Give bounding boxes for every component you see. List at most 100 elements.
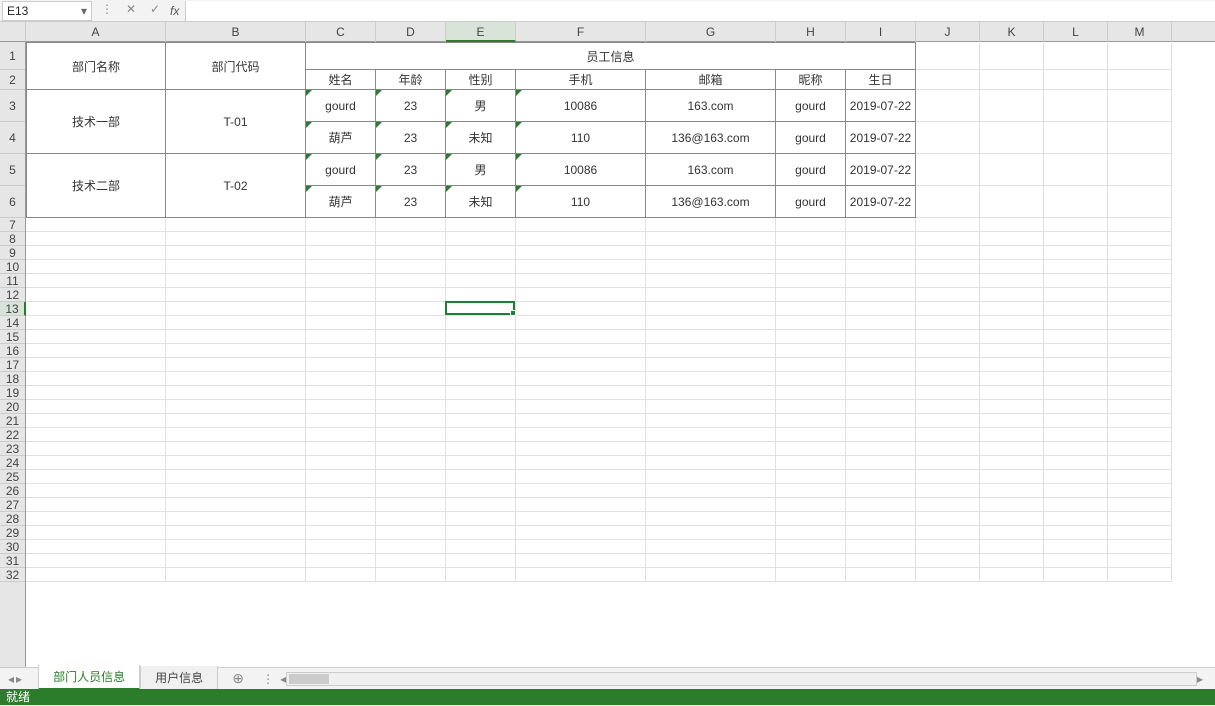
- cell-L11[interactable]: [1044, 274, 1108, 288]
- data-birthday[interactable]: 2019-07-22: [846, 186, 916, 218]
- cell-M30[interactable]: [1108, 540, 1172, 554]
- cell-F9[interactable]: [516, 246, 646, 260]
- row-header-18[interactable]: 18: [0, 372, 25, 386]
- cell-M7[interactable]: [1108, 218, 1172, 232]
- cell-G10[interactable]: [646, 260, 776, 274]
- cell-B12[interactable]: [166, 288, 306, 302]
- cell-C25[interactable]: [306, 470, 376, 484]
- cell-C20[interactable]: [306, 400, 376, 414]
- row-header-30[interactable]: 30: [0, 540, 25, 554]
- cell-D22[interactable]: [376, 428, 446, 442]
- cell-D8[interactable]: [376, 232, 446, 246]
- cell-J20[interactable]: [916, 400, 980, 414]
- cell-F14[interactable]: [516, 316, 646, 330]
- scroll-right-icon[interactable]: ▸: [1197, 672, 1203, 686]
- cell-A18[interactable]: [26, 372, 166, 386]
- cell-F21[interactable]: [516, 414, 646, 428]
- cell-M32[interactable]: [1108, 568, 1172, 582]
- cell-A11[interactable]: [26, 274, 166, 288]
- data-phone[interactable]: 110: [516, 122, 646, 154]
- cell-D17[interactable]: [376, 358, 446, 372]
- cell-B11[interactable]: [166, 274, 306, 288]
- row-header-12[interactable]: 12: [0, 288, 25, 302]
- cell-I15[interactable]: [846, 330, 916, 344]
- cell-F29[interactable]: [516, 526, 646, 540]
- cell-L23[interactable]: [1044, 442, 1108, 456]
- cell-F13[interactable]: [516, 302, 646, 316]
- cell-G19[interactable]: [646, 386, 776, 400]
- cell-E13[interactable]: [446, 302, 516, 316]
- cell-E11[interactable]: [446, 274, 516, 288]
- cell-K4[interactable]: [980, 122, 1044, 154]
- cell-M26[interactable]: [1108, 484, 1172, 498]
- cancel-icon[interactable]: ✕: [122, 2, 140, 20]
- cell-H9[interactable]: [776, 246, 846, 260]
- cell-M17[interactable]: [1108, 358, 1172, 372]
- grid[interactable]: 部门名称部门代码员工信息姓名年龄性别手机邮箱昵称生日技术一部T-01gourd2…: [26, 42, 1215, 667]
- cell-L3[interactable]: [1044, 90, 1108, 122]
- cell-K27[interactable]: [980, 498, 1044, 512]
- cell-E24[interactable]: [446, 456, 516, 470]
- cell-J9[interactable]: [916, 246, 980, 260]
- col-header-C[interactable]: C: [306, 22, 376, 42]
- cell-M13[interactable]: [1108, 302, 1172, 316]
- cell-I25[interactable]: [846, 470, 916, 484]
- cell-H11[interactable]: [776, 274, 846, 288]
- cell-A22[interactable]: [26, 428, 166, 442]
- cell-G31[interactable]: [646, 554, 776, 568]
- data-nick[interactable]: gourd: [776, 122, 846, 154]
- row-header-2[interactable]: 2: [0, 70, 25, 90]
- cell-J14[interactable]: [916, 316, 980, 330]
- data-nick[interactable]: gourd: [776, 154, 846, 186]
- cell-M9[interactable]: [1108, 246, 1172, 260]
- row-header-32[interactable]: 32: [0, 568, 25, 582]
- cell-C28[interactable]: [306, 512, 376, 526]
- row-header-4[interactable]: 4: [0, 122, 25, 154]
- data-gender[interactable]: 男: [446, 90, 516, 122]
- cell-K11[interactable]: [980, 274, 1044, 288]
- cell-C30[interactable]: [306, 540, 376, 554]
- cell-C17[interactable]: [306, 358, 376, 372]
- cell-K22[interactable]: [980, 428, 1044, 442]
- cell-H12[interactable]: [776, 288, 846, 302]
- cell-M31[interactable]: [1108, 554, 1172, 568]
- cell-J25[interactable]: [916, 470, 980, 484]
- cell-F15[interactable]: [516, 330, 646, 344]
- cell-B22[interactable]: [166, 428, 306, 442]
- cell-D14[interactable]: [376, 316, 446, 330]
- cell-J12[interactable]: [916, 288, 980, 302]
- row-header-17[interactable]: 17: [0, 358, 25, 372]
- cell-I8[interactable]: [846, 232, 916, 246]
- cell-C8[interactable]: [306, 232, 376, 246]
- cell-A26[interactable]: [26, 484, 166, 498]
- cell-G22[interactable]: [646, 428, 776, 442]
- cell-D26[interactable]: [376, 484, 446, 498]
- cell-L9[interactable]: [1044, 246, 1108, 260]
- cell-E10[interactable]: [446, 260, 516, 274]
- header-emp-info[interactable]: 员工信息: [306, 42, 916, 70]
- data-nick[interactable]: gourd: [776, 186, 846, 218]
- cell-E7[interactable]: [446, 218, 516, 232]
- cell-F32[interactable]: [516, 568, 646, 582]
- cell-C11[interactable]: [306, 274, 376, 288]
- row-header-16[interactable]: 16: [0, 344, 25, 358]
- cell-L18[interactable]: [1044, 372, 1108, 386]
- cell-J15[interactable]: [916, 330, 980, 344]
- col-header-M[interactable]: M: [1108, 22, 1172, 42]
- cell-L10[interactable]: [1044, 260, 1108, 274]
- cell-L5[interactable]: [1044, 154, 1108, 186]
- cell-G21[interactable]: [646, 414, 776, 428]
- cell-K32[interactable]: [980, 568, 1044, 582]
- data-age[interactable]: 23: [376, 122, 446, 154]
- cell-K5[interactable]: [980, 154, 1044, 186]
- cell-A7[interactable]: [26, 218, 166, 232]
- cell-J10[interactable]: [916, 260, 980, 274]
- cell-H7[interactable]: [776, 218, 846, 232]
- cell-G13[interactable]: [646, 302, 776, 316]
- cell-D25[interactable]: [376, 470, 446, 484]
- tab-next-icon[interactable]: ▸: [16, 672, 22, 686]
- cell-B10[interactable]: [166, 260, 306, 274]
- cell-J11[interactable]: [916, 274, 980, 288]
- cell-M22[interactable]: [1108, 428, 1172, 442]
- data-phone[interactable]: 10086: [516, 154, 646, 186]
